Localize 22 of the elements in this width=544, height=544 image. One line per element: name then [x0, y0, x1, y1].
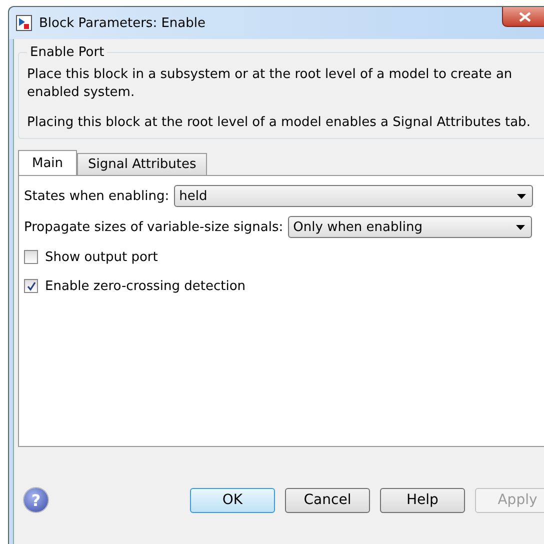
window-title: Block Parameters: Enable — [39, 16, 206, 30]
close-button[interactable] — [502, 7, 544, 27]
caret-icon — [516, 224, 526, 230]
caret-icon — [517, 194, 526, 198]
field-label: Propagate sizes of variable-size signals: — [24, 220, 284, 234]
group-title: Enable Port — [29, 45, 106, 60]
dropdown[interactable]: held — [174, 185, 534, 207]
dialog-button[interactable]: Help — [380, 488, 465, 512]
tab[interactable]: Main — [18, 150, 78, 175]
checkbox-label: Enable zero-crossing detection — [45, 278, 246, 294]
checkbox[interactable] — [24, 250, 38, 264]
tab[interactable]: Signal Attributes — [77, 153, 208, 175]
field-label: States when enabling: — [24, 188, 170, 204]
checkbox-label: Show output port — [45, 250, 158, 264]
checkbox[interactable] — [24, 279, 38, 293]
block-icon — [16, 15, 32, 31]
dialog-button[interactable]: OK — [190, 488, 275, 512]
description-text: Place this block in a subsystem or at the root level of a model to create an enabled system. — [27, 66, 514, 102]
description-text: Placing this block at the root level of a model enables a Signal Attributes tab. — [27, 114, 532, 132]
dropdown[interactable]: Only when enabling — [288, 216, 532, 238]
close-icon — [519, 12, 531, 22]
dialog-button[interactable]: Cancel — [285, 488, 370, 512]
